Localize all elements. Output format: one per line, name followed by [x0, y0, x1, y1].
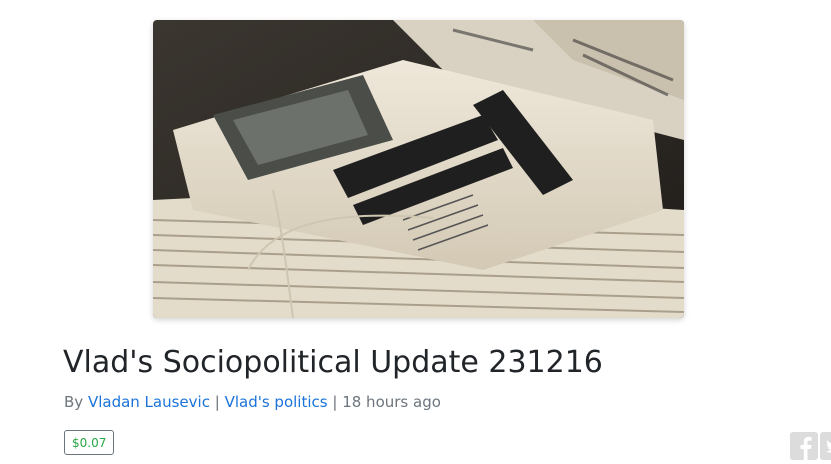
facebook-icon[interactable] [790, 432, 818, 460]
community-link[interactable]: Vlad's politics [225, 393, 328, 411]
meta-separator: | [332, 393, 338, 411]
meta-separator: | [214, 393, 220, 411]
author-link[interactable]: Vladan Lausevic [88, 393, 210, 411]
post-time: 18 hours ago [342, 393, 441, 411]
share-buttons [790, 432, 831, 460]
post-title[interactable]: Vlad's Sociopolitical Update 231216 [63, 341, 603, 385]
post-meta: By Vladan Lausevic | Vlad's politics | 1… [64, 392, 441, 412]
by-prefix: By [64, 393, 84, 411]
payout-badge[interactable]: $0.07 [64, 430, 115, 455]
post-hero-image[interactable] [153, 20, 684, 318]
twitter-icon[interactable] [820, 432, 831, 460]
